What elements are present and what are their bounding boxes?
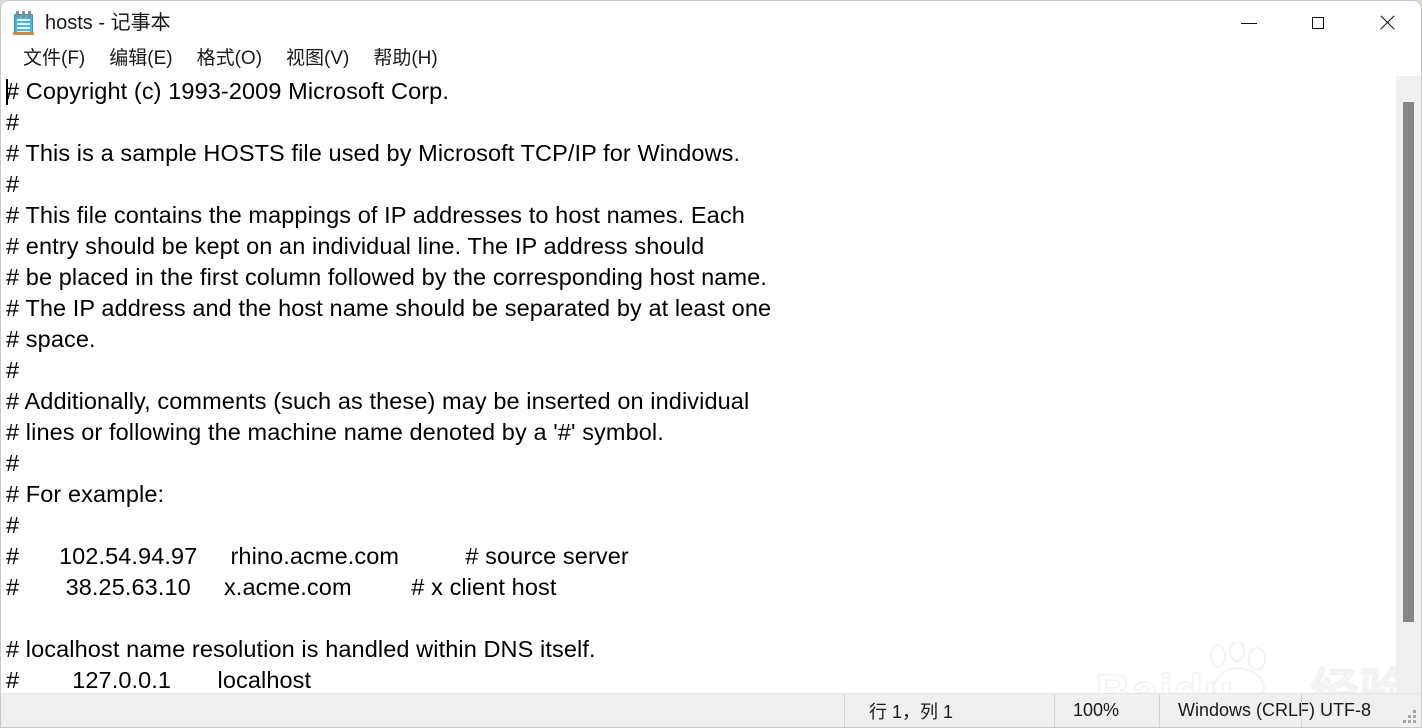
maximize-icon <box>1310 15 1326 31</box>
minimize-icon <box>1240 15 1257 31</box>
status-bar: 行 1，列 1 100% Windows (CRLF) UTF-8 <box>1 693 1421 727</box>
notepad-window: hosts - 记事本 文件(F) 编辑(E) 格式(O) 视图(V) 帮助(H… <box>0 0 1422 728</box>
text-editor[interactable]: # Copyright (c) 1993-2009 Microsoft Corp… <box>1 76 1396 694</box>
menu-edit[interactable]: 编辑(E) <box>99 47 182 74</box>
window-title: hosts - 记事本 <box>45 12 171 34</box>
status-bar-spacer <box>1 694 844 727</box>
editor-line: # Copyright (c) 1993-2009 Microsoft Corp… <box>6 78 449 104</box>
editor-line: # This is a sample HOSTS file used by Mi… <box>6 140 741 166</box>
scrollbar-thumb[interactable] <box>1403 102 1414 622</box>
editor-line: # 102.54.94.97 rhino.acme.com # source s… <box>6 543 629 569</box>
editor-line: # <box>6 450 20 476</box>
editor-line: # Additionally, comments (such as these)… <box>6 388 750 414</box>
editor-line: # 127.0.0.1 localhost <box>6 667 312 693</box>
resize-grip-icon[interactable] <box>1401 708 1417 724</box>
maximize-button[interactable] <box>1283 1 1352 45</box>
close-icon <box>1379 15 1395 31</box>
menu-help[interactable]: 帮助(H) <box>363 47 447 74</box>
vertical-scrollbar[interactable] <box>1396 76 1421 694</box>
notepad-icon <box>13 11 35 35</box>
menu-file[interactable]: 文件(F) <box>13 47 95 74</box>
menu-bar: 文件(F) 编辑(E) 格式(O) 视图(V) 帮助(H) <box>1 45 1421 76</box>
editor-line: # localhost name resolution is handled w… <box>6 636 596 662</box>
menu-view[interactable]: 视图(V) <box>276 47 359 74</box>
minimize-button[interactable] <box>1214 1 1283 45</box>
window-controls <box>1214 1 1421 45</box>
editor-line: # <box>6 109 20 135</box>
editor-line: # This file contains the mappings of IP … <box>6 202 745 228</box>
menu-format[interactable]: 格式(O) <box>187 47 272 74</box>
title-bar[interactable]: hosts - 记事本 <box>1 1 1421 45</box>
editor-line: # be placed in the first column followed… <box>6 264 767 290</box>
status-zoom-level[interactable]: 100% <box>1054 694 1159 727</box>
editor-line: # 38.25.63.10 x.acme.com # x client host <box>6 574 557 600</box>
editor-area[interactable]: # Copyright (c) 1993-2009 Microsoft Corp… <box>1 76 1421 694</box>
status-line-ending[interactable]: Windows (CRLF) <box>1159 694 1315 727</box>
editor-line: # entry should be kept on an individual … <box>6 233 705 259</box>
editor-line: # The IP address and the host name shoul… <box>6 295 772 321</box>
editor-line: # <box>6 171 20 197</box>
title-bar-left: hosts - 记事本 <box>1 1 171 45</box>
editor-line: # <box>6 357 20 383</box>
editor-line: # <box>6 512 20 538</box>
editor-line: # space. <box>6 326 96 352</box>
editor-line: # lines or following the machine name de… <box>6 419 664 445</box>
close-button[interactable] <box>1352 1 1421 45</box>
editor-line: # For example: <box>6 481 165 507</box>
status-cursor-position[interactable]: 行 1，列 1 <box>844 694 1054 727</box>
